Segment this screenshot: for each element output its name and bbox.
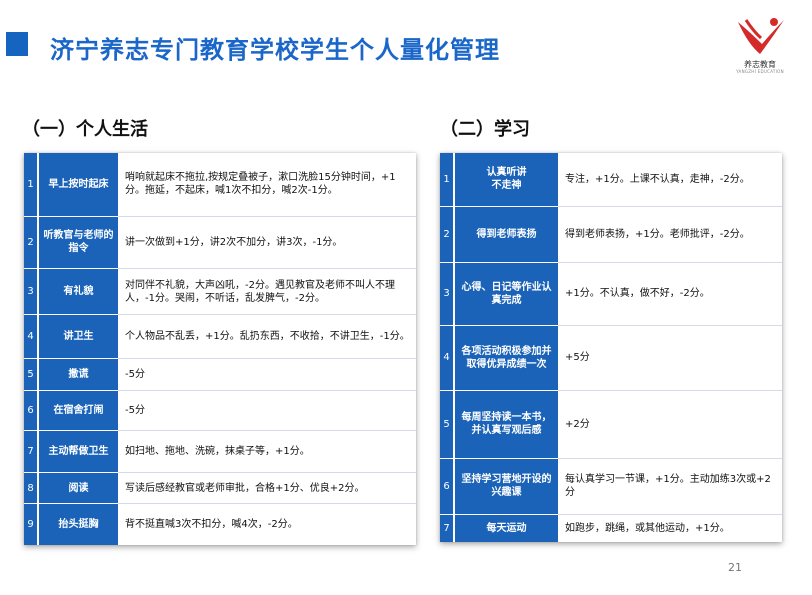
rule-number: 4 xyxy=(440,325,454,391)
study-rule-row: 5 每周坚持读一本书，并认真写观后感 +2分 xyxy=(440,390,782,459)
rule-number: 9 xyxy=(24,503,38,545)
rule-description: +5分 xyxy=(558,325,782,391)
rule-description: 如扫地、拖地、洗碗，抹桌子等，+1分。 xyxy=(118,430,416,473)
rule-description: 个人物品不乱丢，+1分。乱扔东西，不收拾，不讲卫生，-1分。 xyxy=(118,314,416,360)
rule-number: 5 xyxy=(24,358,38,391)
rule-item: 在宿舍打闹 xyxy=(37,390,118,431)
life-rule-row: 1 早上按时起床 哨响就起床不拖拉,按规定叠被子，漱口洗脸15分钟时间，+1分。拖延… xyxy=(24,153,416,217)
rule-number: 6 xyxy=(440,458,454,515)
logo-icon xyxy=(738,18,784,54)
rule-item: 坚持学习营地开设的兴趣课 xyxy=(453,458,558,515)
study-rule-row: 6 坚持学习营地开设的兴趣课 每认真学习一节课，+1分。主动加练3次或+2分 xyxy=(440,458,782,515)
rule-item: 讲卫生 xyxy=(37,314,118,360)
rule-item: 得到老师表扬 xyxy=(453,206,558,263)
rule-item: 抬头挺胸 xyxy=(37,503,118,545)
rule-item: 阅读 xyxy=(37,472,118,505)
study-rule-row: 3 心得、日记等作业认真完成 +1分。不认真，做不好，-2分。 xyxy=(440,262,782,326)
rule-description: -5分 xyxy=(118,390,416,431)
page-number: 21 xyxy=(728,561,742,574)
rule-number: 1 xyxy=(440,153,454,207)
rule-number: 7 xyxy=(440,514,454,542)
rule-number: 4 xyxy=(24,314,38,360)
life-rule-row: 4 讲卫生 个人物品不乱丢，+1分。乱扔东西，不收拾，不讲卫生，-1分。 xyxy=(24,314,416,360)
rule-number: 1 xyxy=(24,153,38,217)
life-rules-table: 1 早上按时起床 哨响就起床不拖拉,按规定叠被子，漱口洗脸15分钟时间，+1分。拖延… xyxy=(24,153,416,545)
logo: 养志教育 YANGZHI EDUCATION xyxy=(728,14,792,76)
study-rule-row: 7 每天运动 如跑步，跳绳，或其他运动，+1分。 xyxy=(440,514,782,542)
life-rule-row: 7 主动帮做卫生 如扫地、拖地、洗碗，抹桌子等，+1分。 xyxy=(24,430,416,473)
rule-item: 心得、日记等作业认真完成 xyxy=(453,262,558,326)
rule-item: 各项活动积极参加并取得优异成绩一次 xyxy=(453,325,558,391)
section-heading-study: （二）学习 xyxy=(440,119,530,140)
rule-description: 背不挺直喊3次不扣分，喊4次，-2分。 xyxy=(125,519,298,531)
rule-item: 有礼貌 xyxy=(37,268,118,316)
slide-title: 济宁养志专门教育学校学生个人量化管理 xyxy=(50,36,500,64)
life-rules-panel: 1 早上按时起床 哨响就起床不拖拉,按规定叠被子，漱口洗脸15分钟时间，+1分。拖延… xyxy=(24,153,416,545)
study-rule-row: 2 得到老师表扬 得到老师表扬，+1分。老师批评，-2分。 xyxy=(440,206,782,263)
life-rule-row: 9 抬头挺胸 背不挺直喊3次不扣分，喊4次，-2分。 xyxy=(24,503,416,545)
study-rules-table: 1 认真听讲 不走神 专注，+1分。上课不认真，走神，-2分。 2 得到老师表扬 得到老师… xyxy=(440,153,782,542)
rule-number: 2 xyxy=(440,206,454,263)
rule-number: 3 xyxy=(24,268,38,316)
life-rule-row: 2 听教官与老师的指令 讲一次做到+1分，讲2次不加分，讲3次，-1分。 xyxy=(24,216,416,270)
life-rule-row: 8 阅读 写读后感经教官或老师审批，合格+1分、优良+2分。 xyxy=(24,472,416,505)
rule-description: 讲一次做到+1分，讲2次不加分，讲3次，-1分。 xyxy=(118,216,416,270)
rule-number: 8 xyxy=(24,472,38,505)
logo-subtitle: YANGZHI EDUCATION xyxy=(736,69,784,74)
section-heading-life: （一）个人生活 xyxy=(22,119,148,140)
rule-description: 如跑步，跳绳，或其他运动，+1分。 xyxy=(565,522,730,534)
study-rule-row: 4 各项活动积极参加并取得优异成绩一次 +5分 xyxy=(440,325,782,391)
title-accent-bar xyxy=(6,32,28,56)
rule-number: 6 xyxy=(24,390,38,431)
rule-number: 2 xyxy=(24,216,38,270)
rule-description: 哨响就起床不拖拉,按规定叠被子，漱口洗脸15分钟时间，+1分。拖延，不起床，喊1… xyxy=(118,153,416,217)
rule-item: 撒谎 xyxy=(37,358,118,391)
rule-description: 对同伴不礼貌，大声凶吼，-2分。遇见教官及老师不叫人不理人，-1分。哭闹，不听话… xyxy=(118,268,416,316)
rule-item: 主动帮做卫生 xyxy=(37,430,118,473)
rule-description: 写读后感经教官或老师审批，合格+1分、优良+2分。 xyxy=(118,472,416,505)
rule-description: +2分 xyxy=(558,390,782,459)
study-rules-panel: 1 认真听讲 不走神 专注，+1分。上课不认真，走神，-2分。 2 得到老师表扬 得到老师… xyxy=(440,153,782,542)
life-rule-row: 6 在宿舍打闹 -5分 xyxy=(24,390,416,431)
rule-description: 得到老师表扬，+1分。老师批评，-2分。 xyxy=(558,206,782,263)
rule-number: 5 xyxy=(440,390,454,459)
life-rule-row: 3 有礼貌 对同伴不礼貌，大声凶吼，-2分。遇见教官及老师不叫人不理人，-1分。哭闹… xyxy=(24,268,416,316)
rule-item: 认真听讲 不走神 xyxy=(453,153,558,207)
life-rule-row: 5 撒谎 -5分 xyxy=(24,358,416,391)
rule-item: 听教官与老师的指令 xyxy=(37,216,118,270)
rule-number: 3 xyxy=(440,262,454,326)
study-rule-row: 1 认真听讲 不走神 专注，+1分。上课不认真，走神，-2分。 xyxy=(440,153,782,207)
rule-description: 每认真学习一节课，+1分。主动加练3次或+2分 xyxy=(558,458,782,515)
rule-description: +1分。不认真，做不好，-2分。 xyxy=(558,262,782,326)
rule-description: 专注，+1分。上课不认真，走神，-2分。 xyxy=(558,153,782,207)
rule-item: 每周坚持读一本书，并认真写观后感 xyxy=(453,390,558,459)
rule-number: 7 xyxy=(24,430,38,473)
rule-item: 早上按时起床 xyxy=(37,153,118,217)
rule-item: 每天运动 xyxy=(453,514,558,542)
rule-description: -5分 xyxy=(118,358,416,391)
